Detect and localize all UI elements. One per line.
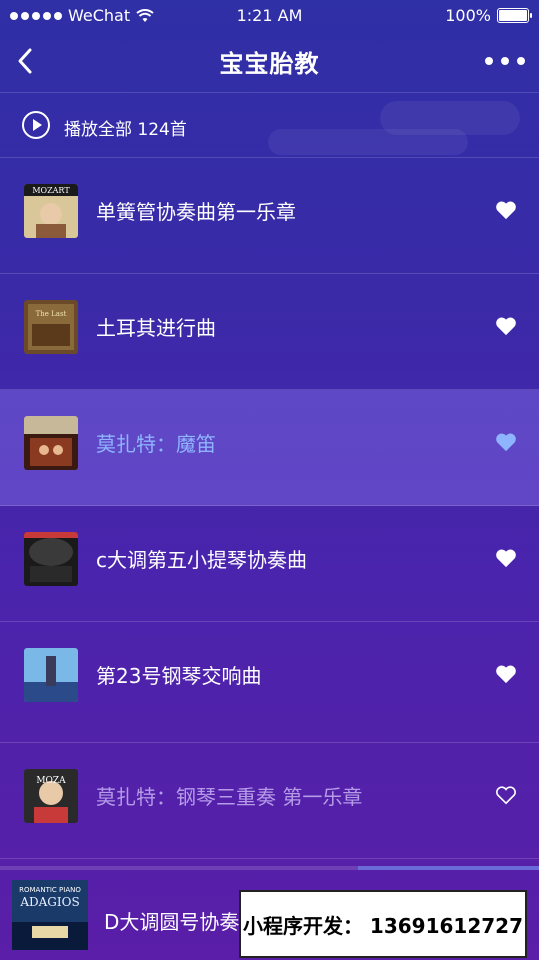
svg-text:MOZA: MOZA (36, 776, 66, 786)
battery-group: 100% (445, 6, 532, 25)
song-title: c大调第五小提琴协奏曲 (96, 548, 307, 572)
page-title: 宝宝胎教 (219, 50, 320, 78)
album-cover: MOZART (24, 184, 78, 238)
song-title: 第23号钢琴交响曲 (96, 664, 262, 688)
album-cover (24, 648, 78, 702)
battery-percent: 100% (445, 6, 491, 25)
song-list: MOZART 单簧管协奏曲第一乐章 The Last 土耳其进行曲 莫扎特：魔笛… (0, 158, 539, 859)
album-cover: The Last (24, 300, 78, 354)
heart-filled-icon[interactable] (495, 316, 517, 336)
heart-outline-icon[interactable] (495, 785, 517, 805)
heart-filled-icon[interactable] (495, 200, 517, 220)
player-album-cover: ROMANTIC PIANO ADAGIOS (12, 880, 88, 950)
play-circle-icon[interactable] (22, 111, 50, 139)
more-dot-icon (485, 57, 493, 65)
album-cover (24, 532, 78, 586)
play-all-bar[interactable]: 播放全部 124首 (0, 92, 539, 158)
song-row[interactable]: c大调第五小提琴协奏曲 (0, 506, 539, 622)
cloud-decoration (268, 129, 468, 155)
svg-text:ROMANTIC PIANO: ROMANTIC PIANO (19, 886, 81, 894)
song-title: 莫扎特：钢琴三重奏 第一乐章 (96, 785, 363, 809)
more-dot-icon (517, 57, 525, 65)
album-cover (24, 416, 78, 470)
song-row[interactable]: The Last 土耳其进行曲 (0, 274, 539, 390)
player-song-title: D大调圆号协奏曲 (104, 910, 260, 934)
song-row[interactable]: MOZART 单簧管协奏曲第一乐章 (0, 158, 539, 274)
album-cover: MOZA (24, 769, 78, 823)
song-row[interactable]: 第23号钢琴交响曲 (0, 622, 539, 743)
mini-player[interactable]: ROMANTIC PIANO ADAGIOS D大调圆号协奏曲 小程序开发： 1… (0, 870, 539, 960)
song-row-playing[interactable]: 莫扎特：魔笛 (0, 390, 539, 506)
song-title: 莫扎特：魔笛 (96, 432, 216, 456)
heart-filled-icon[interactable] (495, 548, 517, 568)
heart-filled-icon[interactable] (495, 664, 517, 684)
song-title: 土耳其进行曲 (96, 316, 216, 340)
status-bar: WeChat 1:21 AM 100% (0, 0, 539, 30)
play-all-label: 播放全部 124首 (64, 120, 187, 140)
promo-banner: 小程序开发： 13691612727 (239, 890, 527, 958)
nav-bar: 宝宝胎教 (0, 30, 539, 92)
svg-text:The Last: The Last (36, 310, 67, 318)
battery-icon (497, 8, 532, 23)
song-row[interactable]: MOZA 莫扎特：钢琴三重奏 第一乐章 (0, 743, 539, 859)
more-button[interactable] (485, 46, 525, 76)
heart-filled-icon[interactable] (495, 432, 517, 452)
song-title: 单簧管协奏曲第一乐章 (96, 200, 296, 224)
svg-text:ADAGIOS: ADAGIOS (19, 895, 79, 909)
svg-text:MOZART: MOZART (32, 186, 70, 195)
more-dot-icon (501, 57, 509, 65)
